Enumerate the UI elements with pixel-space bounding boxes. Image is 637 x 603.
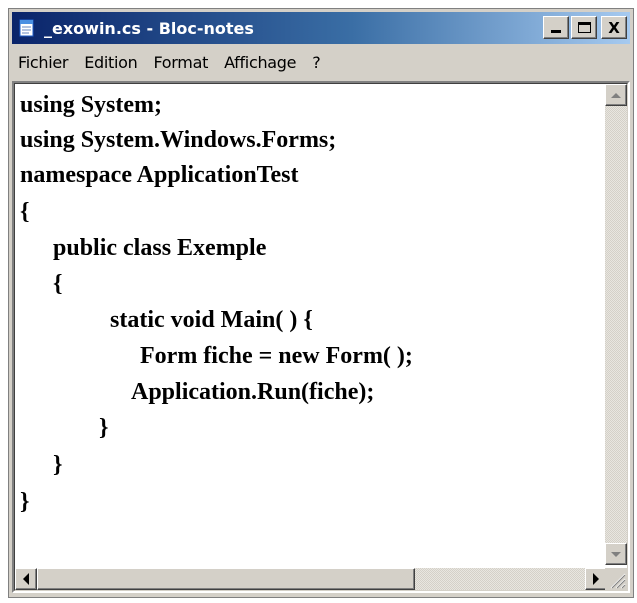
menu-affichage[interactable]: Affichage [216,53,304,72]
resize-grip-icon [610,573,626,589]
scroll-up-icon [611,92,621,98]
code-line-3: namespace ApplicationTest [20,162,299,188]
scroll-down-icon [611,551,621,557]
title-bar[interactable]: _exowin.cs - Bloc-notes X [12,12,630,44]
code-line-4: { [20,199,30,225]
scroll-up-button[interactable] [605,84,627,106]
scroll-right-button[interactable] [585,568,607,590]
code-line-1: using System; [20,92,163,118]
window-title: _exowin.cs - Bloc-notes [44,18,254,38]
code-line-7: static void Main( ) { [110,307,313,333]
resize-grip[interactable] [605,568,627,590]
editor-frame: using System; using System.Windows.Forms… [12,81,630,593]
minimize-button[interactable] [543,16,569,39]
notepad-window: _exowin.cs - Bloc-notes X Fichier Editio… [8,8,634,598]
code-line-8: Form fiche = new Form( ); [140,343,413,369]
code-line-6: { [53,271,63,297]
maximize-button[interactable] [571,16,597,39]
scroll-left-icon [23,573,29,585]
scroll-right-icon [593,573,599,585]
code-line-2: using System.Windows.Forms; [20,127,337,153]
notepad-icon[interactable] [18,18,36,38]
menu-fichier[interactable]: Fichier [12,53,76,72]
code-line-9: Application.Run(fiche); [131,379,375,405]
maximize-icon [577,22,591,33]
scroll-down-button[interactable] [605,543,627,565]
menu-help[interactable]: ? [304,53,328,72]
code-line-12: } [20,489,30,515]
close-icon: X [608,18,620,37]
menu-edition[interactable]: Edition [76,53,145,72]
horizontal-scrollbar[interactable] [15,568,607,590]
minimize-icon [551,30,561,33]
menu-bar: Fichier Edition Format Affichage ? [12,47,630,77]
horizontal-scroll-thumb[interactable] [37,568,415,590]
menu-format[interactable]: Format [145,53,216,72]
editor-inner: using System; using System.Windows.Forms… [14,83,628,591]
code-line-5: public class Exemple [53,235,267,261]
vertical-scrollbar[interactable] [605,84,627,565]
scroll-left-button[interactable] [15,568,37,590]
window-controls: X [541,16,627,39]
text-editor[interactable]: using System; using System.Windows.Forms… [15,84,605,564]
code-line-11: } [53,452,63,478]
code-line-10: } [99,415,109,441]
close-button[interactable]: X [601,16,627,39]
